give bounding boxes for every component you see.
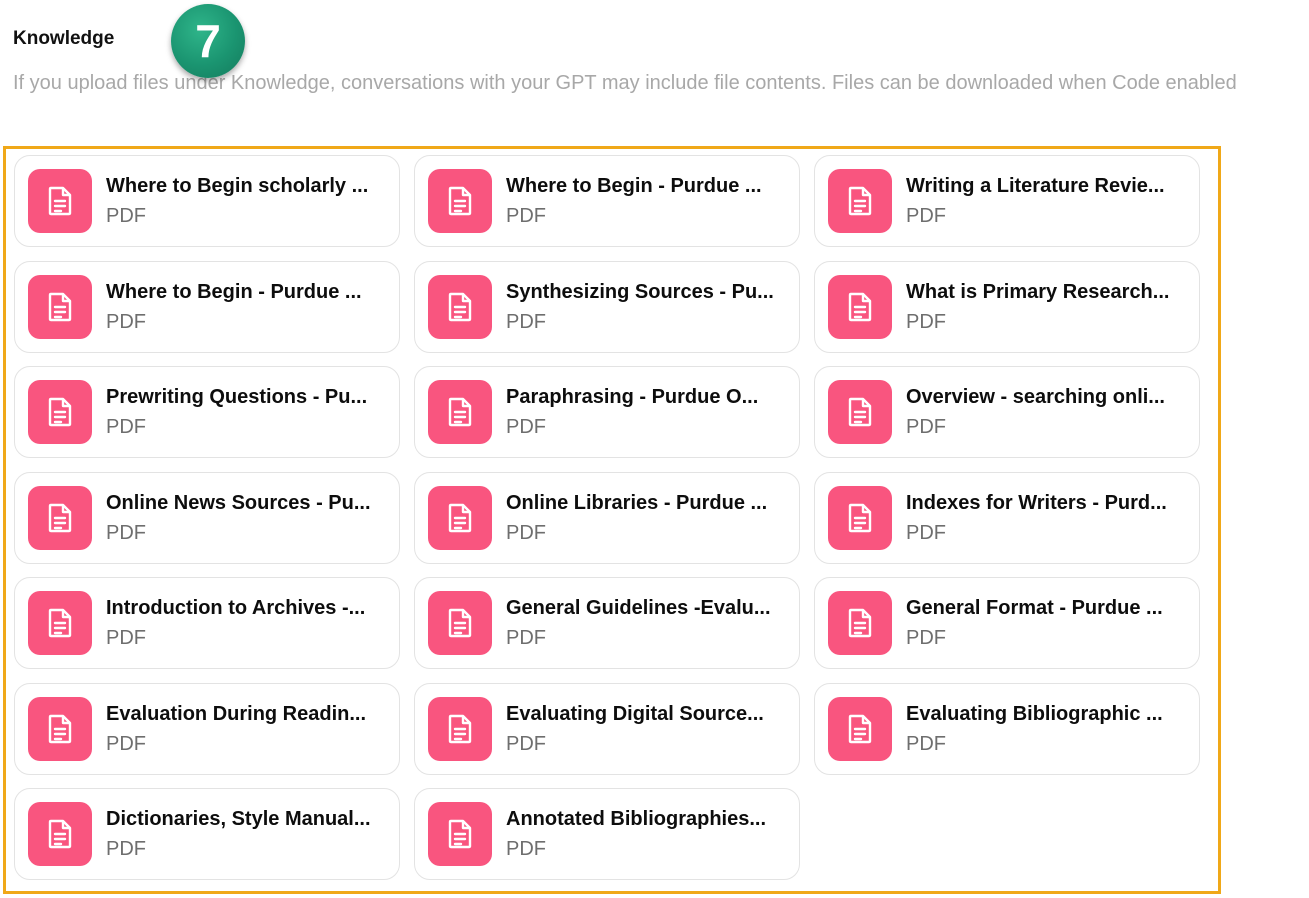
file-card[interactable]: Where to Begin - Purdue ... PDF bbox=[14, 260, 400, 353]
file-name: Synthesizing Sources - Pu... bbox=[506, 280, 774, 303]
file-name: General Format - Purdue ... bbox=[906, 597, 1163, 619]
file-type: PDF bbox=[106, 838, 146, 860]
file-name: Writing a Literature Revie... bbox=[906, 175, 1165, 197]
file-name: What is Primary Research... bbox=[906, 280, 1170, 303]
document-icon bbox=[828, 696, 892, 761]
file-name: Evaluating Bibliographic ... bbox=[906, 702, 1163, 725]
file-card[interactable]: Online News Sources - Pu... PDF bbox=[14, 471, 400, 564]
document-icon bbox=[28, 591, 92, 655]
file-type: PDF bbox=[506, 732, 546, 755]
document-icon bbox=[828, 591, 892, 655]
file-card[interactable]: Evaluation During Readin... PDF bbox=[14, 682, 400, 775]
file-card[interactable]: Online Libraries - Purdue ... PDF bbox=[414, 471, 800, 564]
file-card[interactable]: Dictionaries, Style Manual... PDF bbox=[14, 788, 400, 880]
file-type: PDF bbox=[906, 627, 946, 649]
document-icon bbox=[28, 380, 92, 444]
step-number-badge: 7 bbox=[171, 4, 245, 78]
file-name: General Guidelines -Evalu... bbox=[506, 597, 771, 619]
file-card[interactable]: Prewriting Questions - Pu... PDF bbox=[14, 366, 400, 458]
file-type: PDF bbox=[506, 627, 546, 649]
file-card[interactable]: General Guidelines -Evalu... PDF bbox=[414, 577, 800, 669]
file-name: Indexes for Writers - Purd... bbox=[906, 491, 1167, 514]
file-type: PDF bbox=[106, 732, 146, 755]
file-card[interactable]: Indexes for Writers - Purd... PDF bbox=[814, 471, 1200, 564]
file-name: Where to Begin - Purdue ... bbox=[106, 280, 362, 303]
file-name: Where to Begin scholarly ... bbox=[106, 175, 369, 197]
file-card[interactable]: Evaluating Digital Source... PDF bbox=[414, 682, 800, 775]
file-type: PDF bbox=[106, 627, 146, 649]
file-name: Annotated Bibliographies... bbox=[506, 808, 767, 830]
file-type: PDF bbox=[506, 416, 546, 438]
file-card[interactable]: Synthesizing Sources - Pu... PDF bbox=[414, 260, 800, 353]
document-icon bbox=[828, 380, 892, 444]
file-type: PDF bbox=[506, 521, 546, 544]
file-card[interactable]: Introduction to Archives -... PDF bbox=[14, 577, 400, 669]
file-name: Overview - searching onli... bbox=[906, 386, 1165, 408]
document-icon bbox=[28, 169, 92, 233]
file-type: PDF bbox=[106, 416, 146, 438]
file-type: PDF bbox=[906, 521, 946, 544]
document-icon bbox=[428, 696, 492, 761]
document-icon bbox=[28, 485, 92, 550]
file-card[interactable]: What is Primary Research... PDF bbox=[814, 260, 1200, 353]
file-name: Where to Begin - Purdue ... bbox=[506, 175, 762, 197]
file-name: Introduction to Archives -... bbox=[106, 597, 366, 619]
file-type: PDF bbox=[506, 310, 546, 333]
document-icon bbox=[28, 696, 92, 761]
file-type: PDF bbox=[906, 310, 946, 333]
document-icon bbox=[428, 591, 492, 655]
file-card[interactable]: Paraphrasing - Purdue O... PDF bbox=[414, 366, 800, 458]
file-name: Online News Sources - Pu... bbox=[106, 491, 371, 514]
document-icon bbox=[428, 802, 492, 866]
section-title: Knowledge bbox=[13, 28, 115, 49]
file-card[interactable]: Where to Begin - Purdue ... PDF bbox=[414, 155, 800, 247]
file-card[interactable]: Where to Begin scholarly ... PDF bbox=[14, 155, 400, 247]
file-type: PDF bbox=[906, 732, 946, 755]
file-name: Dictionaries, Style Manual... bbox=[106, 808, 371, 830]
document-icon bbox=[828, 169, 892, 233]
file-card[interactable]: Evaluating Bibliographic ... PDF bbox=[814, 682, 1200, 775]
file-name: Online Libraries - Purdue ... bbox=[506, 491, 768, 514]
document-icon bbox=[828, 485, 892, 550]
document-icon bbox=[428, 485, 492, 550]
file-type: PDF bbox=[506, 205, 546, 227]
document-icon bbox=[428, 169, 492, 233]
file-type: PDF bbox=[106, 205, 146, 227]
file-type: PDF bbox=[906, 416, 946, 438]
document-icon bbox=[28, 274, 92, 339]
file-name: Prewriting Questions - Pu... bbox=[106, 386, 368, 408]
file-card[interactable]: Annotated Bibliographies... PDF bbox=[414, 788, 800, 880]
document-icon bbox=[428, 274, 492, 339]
file-name: Evaluation During Readin... bbox=[106, 702, 367, 725]
file-type: PDF bbox=[906, 205, 946, 227]
file-type: PDF bbox=[506, 838, 546, 860]
knowledge-file-list: Where to Begin scholarly ... PDF Where t… bbox=[14, 155, 1200, 880]
document-icon bbox=[428, 380, 492, 444]
file-name: Paraphrasing - Purdue O... bbox=[506, 386, 759, 408]
file-card[interactable]: Overview - searching onli... PDF bbox=[814, 366, 1200, 458]
file-type: PDF bbox=[106, 310, 146, 333]
file-name: Evaluating Digital Source... bbox=[506, 702, 764, 725]
document-icon bbox=[828, 274, 892, 339]
file-card[interactable]: General Format - Purdue ... PDF bbox=[814, 577, 1200, 669]
document-icon bbox=[28, 802, 92, 866]
file-card[interactable]: Writing a Literature Revie... PDF bbox=[814, 155, 1200, 247]
file-type: PDF bbox=[106, 521, 146, 544]
